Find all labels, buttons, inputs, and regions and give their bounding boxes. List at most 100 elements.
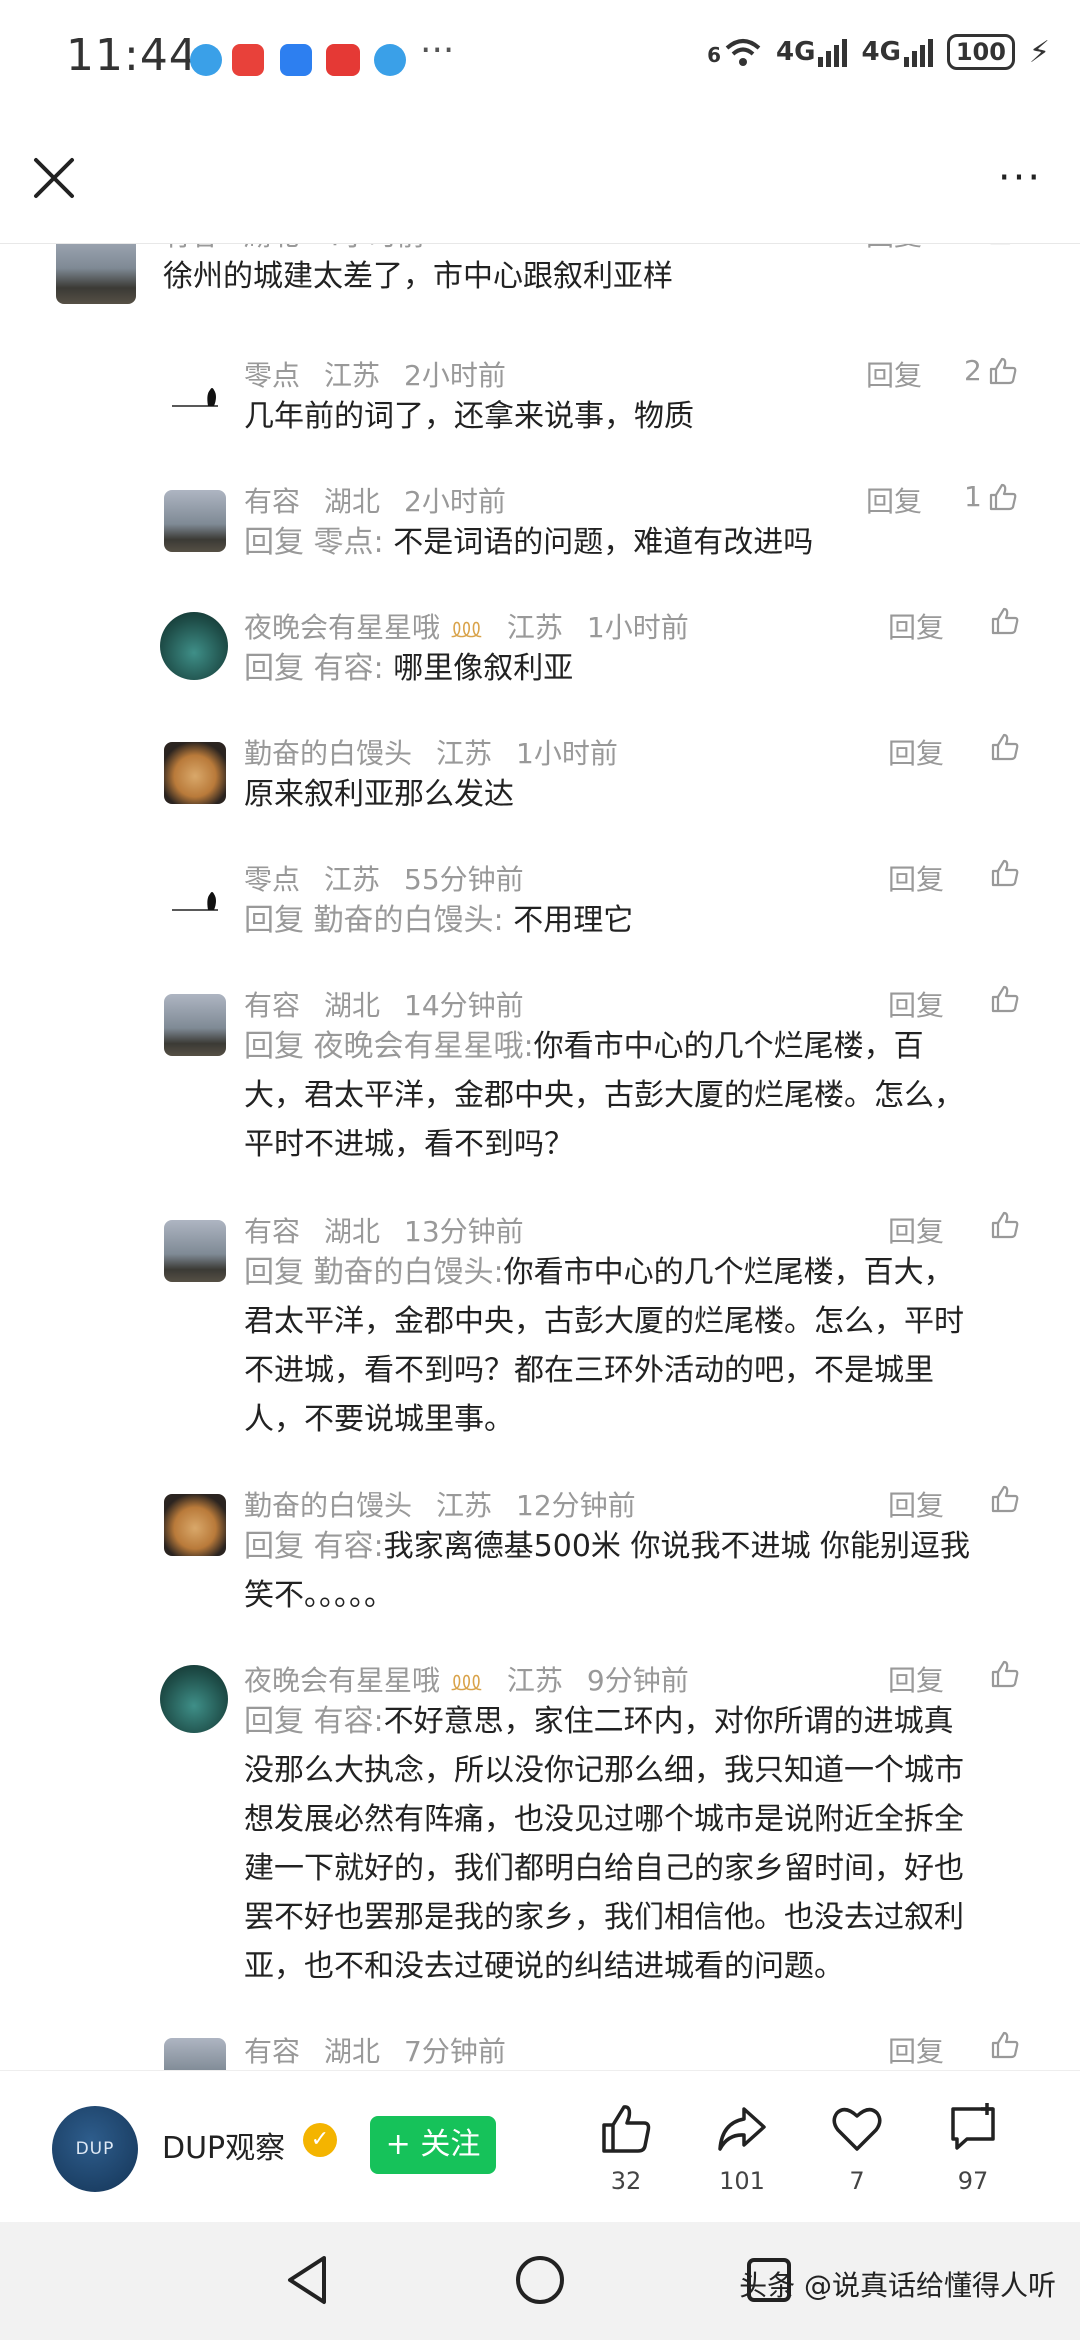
username[interactable]: 勤奋的白馒头 bbox=[244, 1489, 412, 1522]
charging-icon: ⚡ bbox=[1028, 34, 1050, 70]
user-avatar[interactable] bbox=[160, 1665, 228, 1733]
user-avatar[interactable] bbox=[164, 2038, 226, 2070]
comment-reply: 有容 湖北 14分钟前 回复 回复 夜晚会有星星哦:你看市中心的几个烂尾楼，百 大，… bbox=[0, 984, 1080, 1204]
username[interactable]: 勤奋的白馒头 bbox=[244, 737, 412, 770]
reply-button[interactable]: 回复 bbox=[888, 1484, 944, 1524]
heart-icon bbox=[832, 2107, 882, 2151]
reply-target[interactable]: 回复 夜晚会有星星哦: bbox=[244, 1029, 534, 1064]
vip-icon: ⅏ bbox=[452, 611, 481, 644]
author-avatar[interactable]: DUP bbox=[52, 2106, 138, 2192]
like-button[interactable] bbox=[990, 984, 1020, 1014]
reply-button[interactable]: 回复 bbox=[888, 858, 944, 898]
back-button[interactable] bbox=[282, 2252, 334, 2312]
user-avatar[interactable] bbox=[164, 742, 226, 804]
reply-target[interactable]: 回复 有容: bbox=[244, 1529, 384, 1564]
comment-time: 9分钟前 bbox=[586, 1664, 689, 1697]
home-button[interactable] bbox=[512, 2252, 568, 2312]
thumbs-up-icon bbox=[991, 607, 1019, 635]
username[interactable]: 有容 bbox=[244, 2035, 300, 2068]
thumbs-up-icon bbox=[991, 733, 1019, 761]
username[interactable]: 有容 bbox=[244, 485, 300, 518]
cellular-signal-icon: 4G bbox=[776, 37, 848, 67]
reply-target[interactable]: 回复 勤奋的白馒头: bbox=[244, 903, 504, 938]
username[interactable]: 有容 bbox=[163, 244, 219, 252]
vip-icon: ⅏ bbox=[452, 1664, 481, 1697]
username[interactable]: 夜晚会有星星哦 bbox=[244, 611, 440, 644]
comment-text: 回复 勤奋的白馒头: 不用理它 bbox=[244, 903, 634, 938]
follow-button[interactable]: + 关注 bbox=[370, 2116, 496, 2174]
back-triangle-icon bbox=[288, 2256, 326, 2304]
like-button[interactable] bbox=[990, 1659, 1020, 1689]
like-button[interactable] bbox=[990, 858, 1020, 888]
reply-button[interactable]: 回复 bbox=[888, 1659, 944, 1699]
comment-time: 1小时前 bbox=[586, 611, 689, 644]
comment-text: 回复 有容:不好意思，家住二环内，对你所谓的进城真 没那么大执念，所以没你记那么… bbox=[244, 1704, 964, 1984]
like-button[interactable]: 2 bbox=[964, 354, 1018, 387]
comment-reply: 零点 江苏 2小时前 回复 2 几年前的词了，还拿来说事，物质 bbox=[0, 354, 1080, 474]
like-button[interactable] bbox=[990, 2030, 1020, 2060]
username[interactable]: 零点 bbox=[244, 863, 300, 896]
status-indicators: 6 4G 4G 100 ⚡ bbox=[707, 34, 1050, 70]
reply-button[interactable]: 回复 bbox=[866, 244, 922, 254]
thumbs-up-icon bbox=[991, 985, 1019, 1013]
like-button[interactable]: 1 bbox=[964, 480, 1018, 513]
reply-target[interactable]: 回复 有容: bbox=[244, 651, 384, 686]
more-options-button[interactable]: ··· bbox=[990, 158, 1050, 198]
favorite-button[interactable]: 7 bbox=[817, 2101, 897, 2195]
like-button[interactable]: 4 bbox=[964, 244, 1018, 247]
home-circle-icon bbox=[516, 2256, 564, 2304]
like-button[interactable] bbox=[990, 732, 1020, 762]
comment-time: 14分钟前 bbox=[404, 989, 524, 1022]
thumbs-up-icon bbox=[991, 1485, 1019, 1513]
user-avatar[interactable] bbox=[164, 872, 226, 934]
comment-list[interactable]: 有容湖北4小时前 回复 4 徐州的城建太差了，市中心跟叙利亚样 零点江苏2小时前… bbox=[0, 244, 1080, 2070]
user-avatar[interactable] bbox=[160, 612, 228, 680]
username[interactable]: 有容 bbox=[244, 989, 300, 1022]
comment-button[interactable]: 97 bbox=[933, 2101, 1013, 2195]
user-avatar[interactable] bbox=[164, 1220, 226, 1282]
comment-reply: 夜晚会有星星哦 ⅏ 江苏 9分钟前 回复 回复 有容:不好意思，家住二环内，对你所谓的… bbox=[0, 1659, 1080, 2029]
comment-time: 12分钟前 bbox=[516, 1489, 636, 1522]
author-name[interactable]: DUP观察 bbox=[162, 2123, 285, 2167]
comment-reply: 零点 江苏 55分钟前 回复 回复 勤奋的白馒头: 不用理它 bbox=[0, 858, 1080, 978]
reply-button[interactable]: 回复 bbox=[888, 984, 944, 1024]
user-region: 江苏 bbox=[436, 1489, 493, 1522]
comment-time: 55分钟前 bbox=[404, 863, 524, 896]
share-button[interactable]: 101 bbox=[702, 2101, 782, 2195]
user-region: 湖北 bbox=[324, 1215, 381, 1248]
like-button[interactable] bbox=[990, 606, 1020, 636]
reply-button[interactable]: 回复 bbox=[888, 2030, 944, 2070]
user-avatar[interactable] bbox=[164, 368, 226, 430]
reply-button[interactable]: 回复 bbox=[866, 480, 922, 520]
reply-target[interactable]: 回复 有容: bbox=[244, 1704, 384, 1739]
like-button[interactable] bbox=[990, 1210, 1020, 1240]
reply-button[interactable]: 回复 bbox=[888, 1210, 944, 1250]
user-avatar[interactable] bbox=[164, 490, 226, 552]
app-notification-icon bbox=[280, 44, 312, 76]
user-region: 江苏 bbox=[436, 737, 493, 770]
comment-count: 97 bbox=[957, 2167, 989, 2195]
like-button[interactable] bbox=[990, 1484, 1020, 1514]
comment-text: 回复 有容:我家离德基500米 你说我不进城 你能别逗我 笑不。。。。。 bbox=[244, 1529, 970, 1613]
reply-target[interactable]: 回复 零点: bbox=[244, 525, 384, 560]
reply-target[interactable]: 回复 勤奋的白馒头: bbox=[244, 1255, 504, 1290]
username[interactable]: 零点 bbox=[244, 359, 300, 392]
reply-button[interactable]: 回复 bbox=[888, 732, 944, 772]
reply-button[interactable]: 回复 bbox=[866, 354, 922, 394]
user-avatar[interactable] bbox=[164, 994, 226, 1056]
comment-reply: 有容 湖北 13分钟前 回复 回复 勤奋的白馒头:你看市中心的几个烂尾楼，百大， 君… bbox=[0, 1210, 1080, 1480]
close-button[interactable] bbox=[26, 150, 82, 206]
reply-button[interactable]: 回复 bbox=[888, 606, 944, 646]
like-article-button[interactable]: 32 bbox=[586, 2101, 666, 2195]
user-avatar[interactable] bbox=[56, 244, 136, 304]
comment-text: 回复 有容: 哪里像叙利亚 bbox=[244, 651, 574, 686]
thumbs-up-icon bbox=[602, 2105, 651, 2153]
comment-text: 回复 勤奋的白馒头:你看市中心的几个烂尾楼，百大， 君太平洋，金郡中央，古彭大厦… bbox=[244, 1255, 964, 1437]
user-region: 江苏 bbox=[506, 611, 563, 644]
username[interactable]: 夜晚会有星星哦 bbox=[244, 1664, 440, 1697]
username[interactable]: 有容 bbox=[244, 1215, 300, 1248]
clock: 11:44 bbox=[66, 30, 198, 81]
thumbs-up-icon bbox=[991, 1211, 1019, 1239]
user-avatar[interactable] bbox=[164, 1494, 226, 1556]
app-notification-icon bbox=[374, 44, 406, 76]
